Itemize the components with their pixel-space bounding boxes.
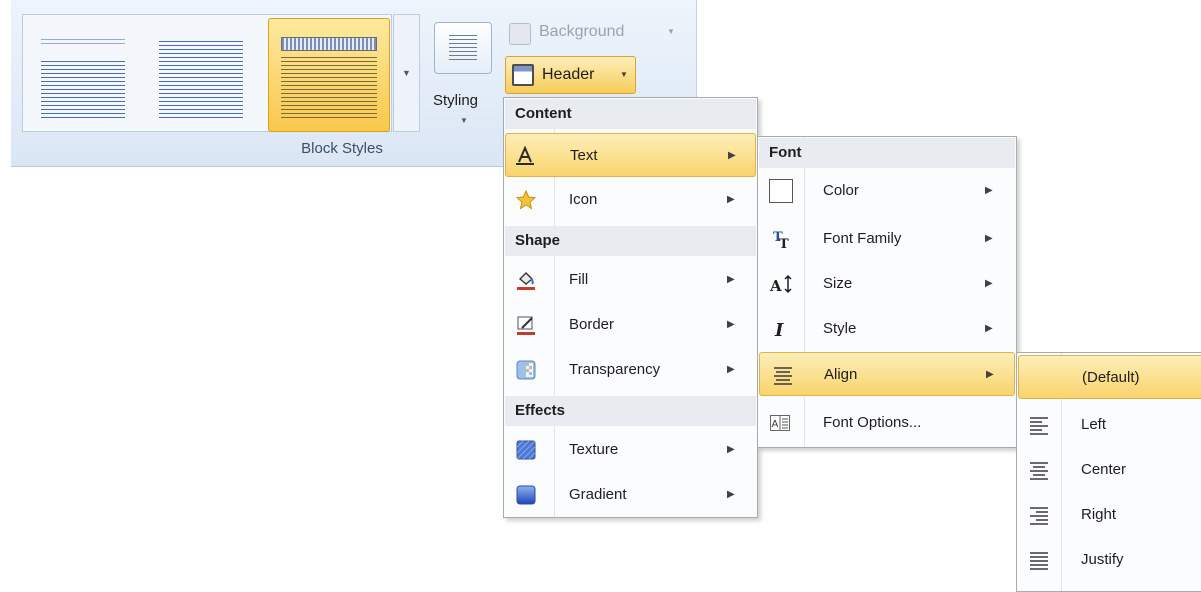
menu-item-style[interactable]: I Style ▶ (759, 307, 1015, 351)
header-bar-icon (281, 37, 377, 51)
submenu-arrow-icon: ▶ (985, 323, 993, 334)
block-style-thumbnail-3-selected[interactable] (268, 18, 390, 132)
menu-item-align-right[interactable]: Right (1018, 493, 1201, 537)
menu-item-label: Center (1081, 461, 1127, 478)
submenu-arrow-icon: ▶ (727, 319, 735, 330)
font-family-icon: TT (771, 228, 793, 250)
menu-item-font-options[interactable]: A Font Options... (759, 401, 1015, 445)
menu-item-size[interactable]: A Size ▶ (759, 262, 1015, 306)
submenu-arrow-icon: ▶ (727, 194, 735, 205)
svg-text:A: A (772, 419, 779, 430)
align-right-icon (1028, 504, 1050, 526)
body-lines-icon (281, 57, 377, 119)
background-button[interactable]: Background ▼ (507, 18, 682, 50)
menu-item-label: Right (1081, 506, 1117, 523)
header-button[interactable]: Header ▼ (505, 56, 636, 94)
submenu-arrow-icon: ▶ (985, 185, 993, 196)
menu-item-label: Left (1081, 416, 1107, 433)
menu-item-color[interactable]: Color ▶ (759, 169, 1015, 213)
submenu-arrow-icon: ▶ (985, 233, 993, 244)
transparency-icon (515, 359, 537, 381)
menu-item-gradient[interactable]: Gradient ▶ (505, 473, 756, 517)
header-icon (512, 64, 534, 86)
submenu-arrow-icon: ▶ (727, 364, 735, 375)
block-style-thumbnail-2[interactable] (153, 25, 253, 121)
chevron-down-icon: ▼ (667, 27, 675, 36)
svg-text:A: A (769, 277, 782, 295)
star-icon (515, 189, 537, 211)
align-justify-icon (1028, 549, 1050, 571)
menu-section-content: Content (505, 99, 756, 129)
gradient-icon (515, 484, 537, 506)
submenu-arrow-icon: ▶ (985, 278, 993, 289)
gallery-expand-button[interactable]: ▼ (393, 14, 420, 132)
chevron-down-icon: ▼ (402, 68, 411, 78)
submenu-arrow-icon: ▶ (727, 274, 735, 285)
font-size-icon: A (769, 273, 795, 295)
submenu-arrow-icon: ▶ (986, 369, 994, 380)
menu-item-label: Font Options... (823, 414, 922, 431)
menu-item-transparency[interactable]: Transparency ▶ (505, 348, 756, 392)
menu-item-text[interactable]: Text ▶ (505, 133, 756, 177)
menu-item-icon[interactable]: Icon ▶ (505, 178, 756, 222)
background-icon (509, 23, 531, 45)
menu-item-align-justify[interactable]: Justify (1018, 538, 1201, 582)
menu-item-border[interactable]: Border ▶ (505, 303, 756, 347)
background-button-label: Background (539, 23, 625, 40)
svg-text:T: T (779, 237, 789, 250)
header-dropdown-menu: Content Text ▶ Icon ▶ Shape Fill ▶ Borde… (503, 97, 758, 518)
font-options-icon: A (769, 412, 791, 434)
menu-item-label: Align (824, 366, 858, 383)
align-left-icon (1028, 414, 1050, 436)
menu-item-label: Style (823, 320, 857, 337)
menu-item-label: Color (823, 182, 859, 199)
menu-item-label: Icon (569, 191, 598, 208)
menu-item-texture[interactable]: Texture ▶ (505, 428, 756, 472)
menu-item-label: Size (823, 275, 853, 292)
submenu-arrow-icon: ▶ (727, 489, 735, 500)
align-center-icon (1028, 459, 1050, 481)
menu-item-label: Text (570, 147, 598, 164)
submenu-arrow-icon: ▶ (727, 444, 735, 455)
menu-item-label: Font Family (823, 230, 902, 247)
text-submenu: Font Color ▶ TT Font Family ▶ A Size ▶ I… (757, 136, 1017, 448)
menu-item-fill[interactable]: Fill ▶ (505, 258, 756, 302)
menu-item-label: Texture (569, 441, 619, 458)
menu-section-shape: Shape (505, 226, 756, 256)
menu-item-align-center[interactable]: Center (1018, 448, 1201, 492)
pencil-line-icon (515, 314, 537, 336)
menu-item-align-left[interactable]: Left (1018, 403, 1201, 447)
menu-item-font-family[interactable]: TT Font Family ▶ (759, 217, 1015, 261)
menu-item-label: Fill (569, 271, 589, 288)
menu-item-label: Transparency (569, 361, 661, 378)
svg-text:I: I (774, 320, 784, 340)
block-style-thumbnail-1[interactable] (35, 25, 135, 121)
menu-item-label: Gradient (569, 486, 627, 503)
header-button-label: Header (542, 66, 595, 83)
menu-item-label: Border (569, 316, 615, 333)
styling-button-icon[interactable] (434, 22, 492, 74)
align-icon (772, 364, 794, 386)
text-a-icon (514, 145, 536, 167)
menu-item-label: Justify (1081, 551, 1124, 568)
submenu-arrow-icon: ▶ (728, 150, 736, 161)
color-swatch-icon (769, 179, 793, 203)
styling-button-label[interactable]: Styling (433, 92, 478, 109)
italic-icon: I (771, 318, 793, 340)
menu-item-label: (Default) (1082, 369, 1140, 386)
menu-section-font: Font (759, 138, 1015, 168)
styling-lines-icon (449, 35, 477, 61)
menu-item-align[interactable]: Align ▶ (759, 352, 1015, 396)
texture-icon (515, 439, 537, 461)
menu-section-effects: Effects (505, 396, 756, 426)
chevron-down-icon[interactable]: ▼ (460, 116, 468, 125)
align-submenu: (Default) Left Center Right Justify (1016, 352, 1201, 592)
paint-bucket-icon (515, 269, 537, 291)
menu-item-align-default[interactable]: (Default) (1018, 355, 1201, 399)
chevron-down-icon: ▼ (620, 70, 628, 79)
